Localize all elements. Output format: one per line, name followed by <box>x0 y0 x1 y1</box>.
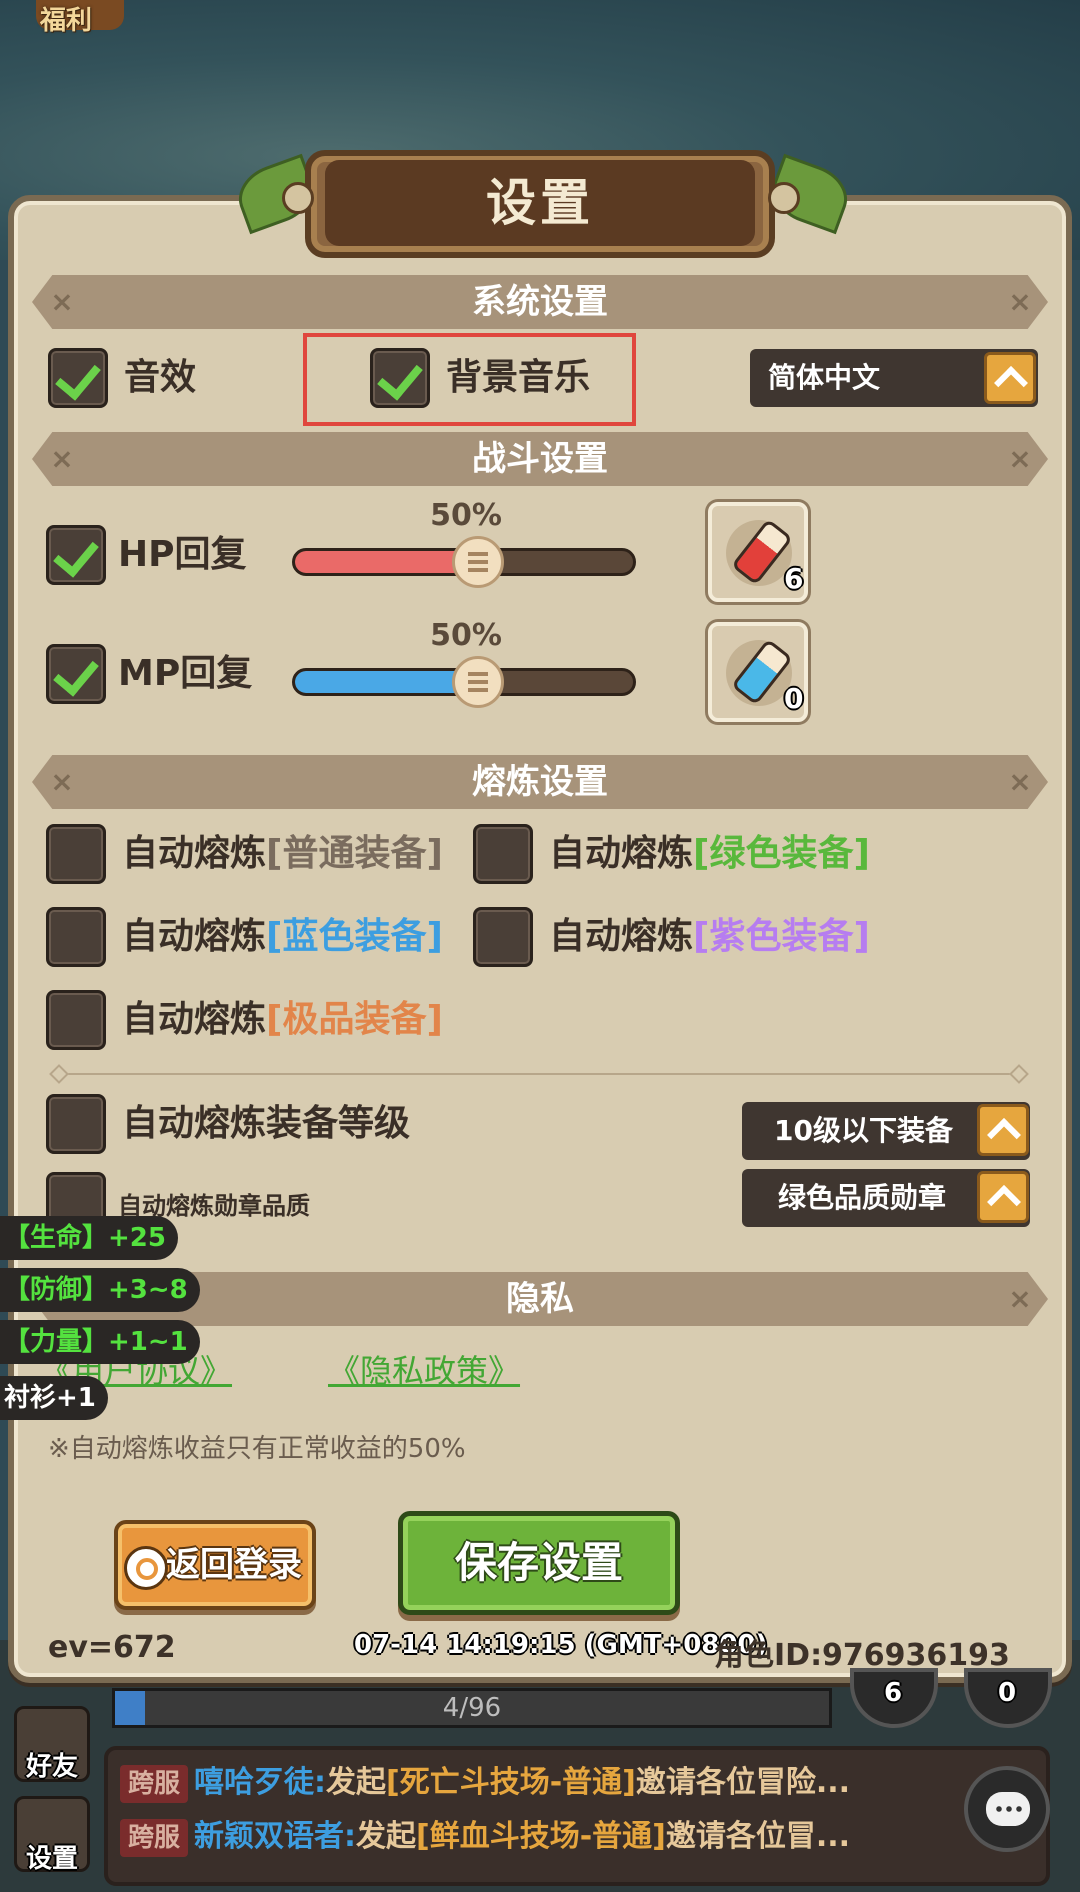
left-badge-value: 6 <box>884 1678 903 1708</box>
background-music-checkbox[interactable] <box>370 348 430 408</box>
smelt-purple-checkbox[interactable] <box>473 907 533 967</box>
smelt-purple-tag: [紫色装备] <box>693 916 870 957</box>
hp-slider-fill <box>295 551 464 573</box>
x-ornament-icon: × <box>1008 765 1032 798</box>
mp-recover-label: MP回复 <box>118 653 253 694</box>
level-chevron-up-icon[interactable] <box>977 1104 1029 1156</box>
exp-text: 4/96 <box>442 1693 502 1723</box>
medal-chevron-up-icon[interactable] <box>977 1171 1029 1223</box>
smelt-prefix: 自动熔炼 <box>122 833 267 874</box>
dialog-title: 设置 <box>486 174 594 232</box>
chat-sender[interactable]: 嘻哈歹徒: <box>194 1765 326 1800</box>
buff-hp: 【生命】+25 <box>0 1216 178 1260</box>
section-title-system: 系统设置 <box>472 282 608 322</box>
smelt-note: ※自动熔炼收益只有正常收益的50% <box>48 1434 466 1464</box>
handle-grip-mid <box>468 680 488 684</box>
server-time: 07-14 14:19:15 (GMT+0800) <box>354 1630 768 1660</box>
hp-slider-handle[interactable] <box>452 536 504 588</box>
language-chevron-up-icon[interactable] <box>984 352 1036 404</box>
chat-message: 跨服 嘻哈歹徒:发起[死亡斗技场-普通]邀请各位冒险... <box>120 1760 850 1806</box>
ev-value: ev=672 <box>48 1630 176 1665</box>
hp-potion-count: 6 <box>784 562 804 595</box>
hp-recover-checkbox[interactable] <box>46 525 106 585</box>
smelt-level-checkbox[interactable] <box>46 1094 106 1154</box>
settings-label: 设置 <box>25 1844 78 1874</box>
x-ornament-icon: × <box>50 765 74 798</box>
smelt-premium-checkbox[interactable] <box>46 990 106 1050</box>
smelt-level-label: 自动熔炼装备等级 <box>122 1103 411 1144</box>
buff-shirt: 衬衫+1 <box>0 1376 108 1420</box>
x-ornament-icon: × <box>1008 442 1032 475</box>
mp-recover-checkbox[interactable] <box>46 644 106 704</box>
refresh-icon <box>124 1546 168 1590</box>
smelt-normal-checkbox[interactable] <box>46 824 106 884</box>
chat-sender[interactable]: 新颖双语者: <box>194 1819 356 1854</box>
section-title-battle: 战斗设置 <box>472 439 608 479</box>
smelt-green-checkbox[interactable] <box>473 824 533 884</box>
mp-potion-count: 0 <box>784 682 804 715</box>
smelt-prefix: 自动熔炼 <box>549 833 694 874</box>
smelt-premium-label: 自动熔炼[极品装备] <box>122 990 443 1050</box>
smelt-prefix: 自动熔炼 <box>122 999 267 1040</box>
chat-tail: 邀请各位冒... <box>665 1819 851 1854</box>
hp-recover-label: HP回复 <box>118 534 247 575</box>
welfare-label: 福利 <box>40 6 93 36</box>
chat-event-link[interactable]: [死亡斗技场-普通] <box>386 1765 636 1800</box>
smelt-normal-label: 自动熔炼[普通装备] <box>122 824 443 884</box>
mp-slider-fill <box>295 671 464 693</box>
chat-channel-tag: 跨服 <box>120 1819 189 1857</box>
handle-grip-mid <box>468 560 488 564</box>
x-ornament-icon: × <box>50 285 74 318</box>
hp-percent: 50% <box>430 498 502 533</box>
x-ornament-icon: × <box>50 442 74 475</box>
mp-potion-slot[interactable]: 0 <box>708 622 808 722</box>
chat-tail: 邀请各位冒险... <box>635 1765 851 1800</box>
smelt-green-tag: [绿色装备] <box>693 833 870 874</box>
buff-defense: 【防御】+3~8 <box>0 1268 200 1312</box>
smelt-prefix: 自动熔炼 <box>549 916 694 957</box>
section-title-smelt: 熔炼设置 <box>472 762 608 802</box>
smelt-green-label: 自动熔炼[绿色装备] <box>549 824 870 884</box>
bolt-icon <box>768 182 800 214</box>
sound-effects-label: 音效 <box>124 357 197 398</box>
smelt-purple-label: 自动熔炼[紫色装备] <box>549 907 870 967</box>
x-ornament-icon: × <box>1008 1282 1032 1315</box>
smelt-blue-tag: [蓝色装备] <box>266 916 443 957</box>
chat-action: 发起 <box>326 1765 387 1800</box>
mp-slider-handle[interactable] <box>452 656 504 708</box>
chat-event-link[interactable]: [鲜血斗技场-普通] <box>416 1819 666 1854</box>
refresh-icon-inner <box>136 1558 158 1580</box>
friends-label: 好友 <box>25 1752 78 1782</box>
buff-strength: 【力量】+1~1 <box>0 1320 200 1364</box>
mp-percent: 50% <box>430 618 502 653</box>
chat-channel-tag: 跨服 <box>120 1765 189 1803</box>
bolt-icon <box>282 182 314 214</box>
smelt-blue-label: 自动熔炼[蓝色装备] <box>122 907 443 967</box>
save-settings-label: 保存设置 <box>454 1538 623 1587</box>
chat-bubble-icon <box>986 1792 1030 1826</box>
chat-message: 跨服 新颖双语者:发起[鲜血斗技场-普通]邀请各位冒... <box>120 1814 850 1860</box>
x-ornament-icon: × <box>1008 285 1032 318</box>
divider <box>55 1073 1025 1075</box>
chat-button[interactable] <box>964 1766 1050 1852</box>
smelt-blue-checkbox[interactable] <box>46 907 106 967</box>
smelt-prefix: 自动熔炼 <box>122 916 267 957</box>
back-to-login-label: 返回登录 <box>166 1545 302 1585</box>
hp-potion-slot[interactable]: 6 <box>708 502 808 602</box>
background-music-label: 背景音乐 <box>446 357 591 398</box>
smelt-normal-tag: [普通装备] <box>266 833 443 874</box>
sound-effects-checkbox[interactable] <box>48 348 108 408</box>
smelt-premium-tag: [极品装备] <box>266 999 443 1040</box>
chat-bubble-dots <box>994 1806 1022 1812</box>
chat-action: 发起 <box>356 1819 417 1854</box>
right-badge-value: 0 <box>998 1678 1017 1708</box>
privacy-policy-link[interactable]: 《隐私政策》 <box>328 1346 520 1392</box>
